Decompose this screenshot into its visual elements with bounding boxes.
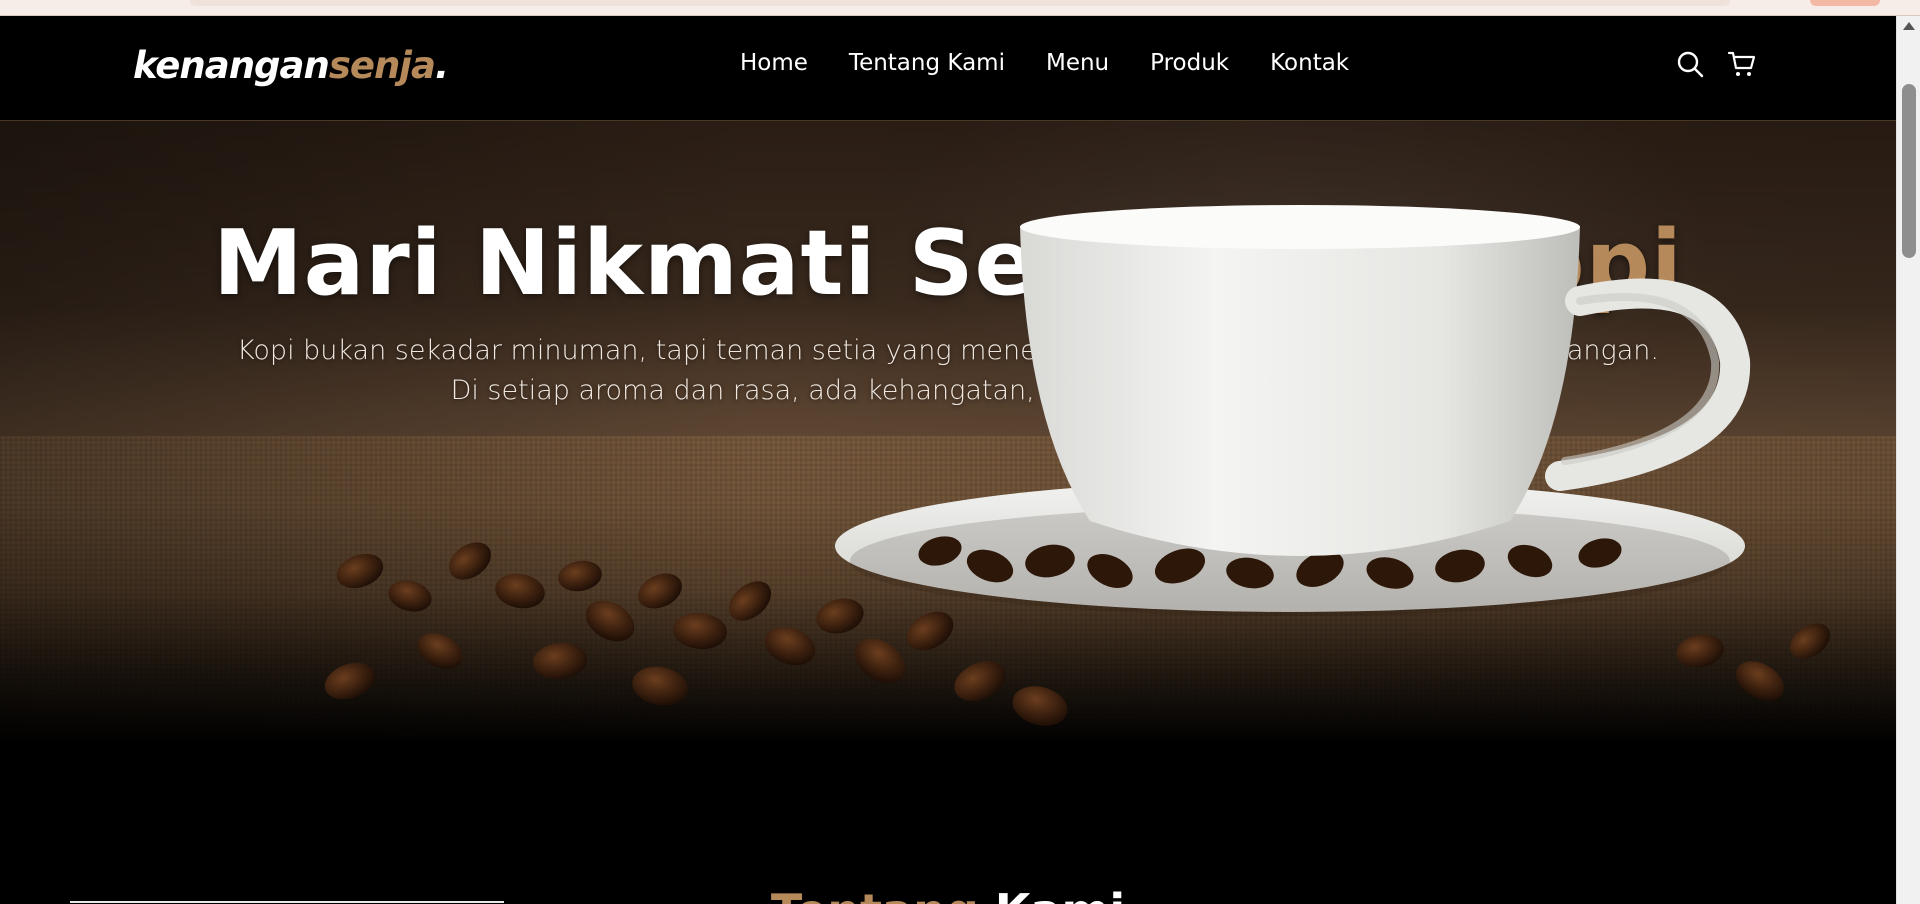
brand-name-accent: senja: [328, 44, 436, 87]
nav-link-menu[interactable]: Menu: [1046, 50, 1109, 76]
scroll-up-arrow-icon[interactable]: [1903, 22, 1915, 30]
hero-title-accent: Kopi: [1453, 211, 1683, 316]
browser-chrome-strip: [0, 0, 1920, 16]
nav-icons: [1675, 49, 1757, 79]
hero-title-main: Mari Nikmati Secangkir: [213, 211, 1454, 316]
nav-link-kontak[interactable]: Kontak: [1270, 50, 1349, 76]
cart-icon[interactable]: [1727, 49, 1757, 79]
hero-section: Mari Nikmati Secangkir Kopi Kopi bukan s…: [0, 121, 1896, 741]
about-title-main: Tentang: [771, 884, 995, 904]
address-bar-edge: [190, 0, 1730, 6]
brand-name-main: kenangan: [133, 44, 330, 87]
about-title-accent: Kami: [995, 884, 1125, 904]
search-icon[interactable]: [1675, 49, 1705, 79]
page: kenangansenja. Home Tentang Kami Menu Pr…: [0, 16, 1896, 904]
hero-subtitle-line-2: Di setiap aroma dan rasa, ada kehangatan…: [450, 375, 1446, 406]
nav-link-tentang-kami[interactable]: Tentang Kami: [849, 50, 1005, 76]
scroll-thumb[interactable]: [1902, 84, 1916, 258]
brand-name-dot: .: [434, 44, 449, 87]
navbar: kenangansenja. Home Tentang Kami Menu Pr…: [0, 16, 1896, 121]
hero-subtitle: Kopi bukan sekadar minuman, tapi teman s…: [100, 331, 1796, 411]
brand-logo[interactable]: kenangansenja.: [133, 44, 449, 87]
nav-link-produk[interactable]: Produk: [1150, 50, 1229, 76]
hero-subtitle-line-1: Kopi bukan sekadar minuman, tapi teman s…: [237, 335, 1659, 366]
nav-links: Home Tentang Kami Menu Produk Kontak: [740, 50, 1349, 76]
nav-link-home[interactable]: Home: [740, 50, 808, 76]
browser-profile-badge: [1810, 0, 1880, 6]
page-scrollbar[interactable]: [1896, 16, 1920, 904]
hero-title: Mari Nikmati Secangkir Kopi: [0, 211, 1896, 316]
about-section-title: Tentang Kami: [0, 884, 1896, 904]
